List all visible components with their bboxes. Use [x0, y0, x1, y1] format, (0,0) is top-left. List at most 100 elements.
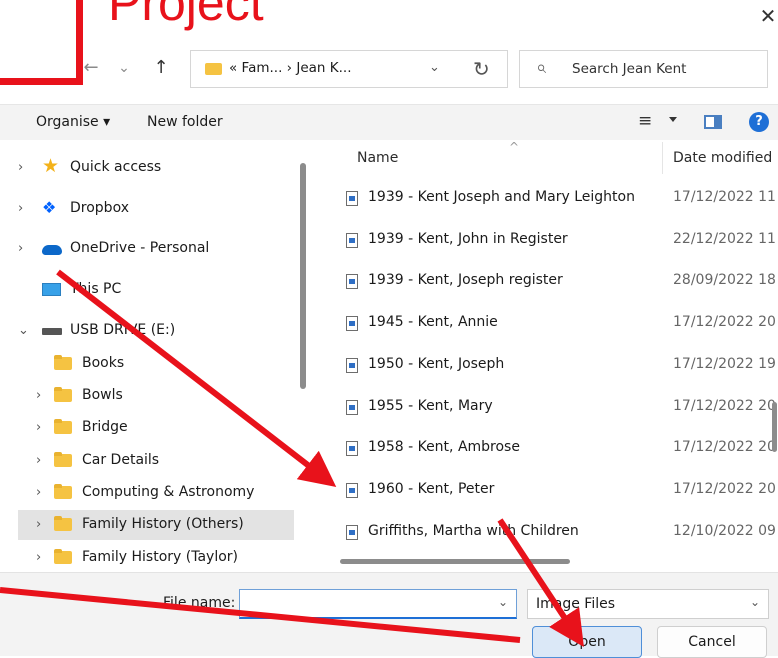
- annotation-title: Project: [108, 0, 264, 31]
- image-file-icon: [346, 482, 358, 498]
- chevron-right-icon[interactable]: ›: [18, 160, 23, 175]
- sidebar-item-books[interactable]: Books: [18, 349, 294, 379]
- sidebar-item-label: Family History (Others): [82, 516, 244, 532]
- computer-icon: [42, 283, 61, 296]
- file-row[interactable]: 1939 - Kent Joseph and Mary Leighton 17/1…: [316, 182, 778, 216]
- file-date: 17/12/2022 20: [673, 439, 776, 456]
- file-name: 1960 - Kent, Peter: [368, 480, 495, 497]
- file-date: 17/12/2022 19: [673, 355, 776, 372]
- dropbox-icon: ❖: [42, 198, 57, 217]
- cancel-button[interactable]: Cancel: [657, 626, 767, 658]
- image-file-icon: [346, 357, 358, 373]
- sort-ascending-icon: ^: [509, 140, 520, 154]
- file-name: 1939 - Kent, John in Register: [368, 230, 568, 247]
- column-date-modified[interactable]: Date modified: [673, 150, 772, 166]
- file-name: 1945 - Kent, Annie: [368, 314, 498, 331]
- file-name-field[interactable]: ⌄: [239, 589, 517, 619]
- sidebar-item-label: Family History (Taylor): [82, 549, 238, 565]
- chevron-right-icon[interactable]: ›: [18, 201, 23, 216]
- sidebar-item-usb-drive-e[interactable]: ⌄ USB DRIVE (E:): [18, 316, 294, 346]
- nav-scrollbar[interactable]: [300, 163, 306, 389]
- help-icon[interactable]: ?: [749, 112, 769, 132]
- chevron-down-icon[interactable]: ⌄: [18, 323, 29, 338]
- sidebar-item-family-history-taylor[interactable]: › Family History (Taylor): [18, 543, 294, 572]
- sidebar-item-label: Car Details: [82, 452, 160, 468]
- chevron-right-icon[interactable]: ›: [36, 420, 41, 435]
- sidebar-item-bridge[interactable]: › Bridge: [18, 413, 294, 443]
- sidebar-item-dropbox[interactable]: › ❖ Dropbox: [18, 194, 294, 224]
- breadcrumb[interactable]: « Fam... › Jean K...: [229, 60, 352, 76]
- search-box[interactable]: ⌕ Search Jean Kent: [519, 50, 768, 88]
- image-file-icon: [346, 524, 358, 540]
- annotation-box: [0, 0, 83, 85]
- address-bar[interactable]: « Fam... › Jean K... ⌄ ↻: [190, 50, 508, 88]
- file-row[interactable]: 1945 - Kent, Annie 17/12/2022 20: [316, 307, 778, 341]
- folder-icon: [54, 516, 72, 531]
- organise-button[interactable]: Organise ▾: [36, 114, 110, 130]
- chevron-right-icon[interactable]: ›: [36, 453, 41, 468]
- sidebar-item-family-history-others[interactable]: › Family History (Others): [18, 510, 294, 540]
- file-date: 17/12/2022 11: [673, 189, 776, 205]
- chevron-right-icon[interactable]: ›: [36, 550, 41, 565]
- chevron-right-icon[interactable]: ›: [36, 517, 41, 532]
- file-row[interactable]: 1939 - Kent, Joseph register 28/09/2022 1…: [316, 265, 778, 299]
- sidebar-item-label: Dropbox: [70, 200, 129, 216]
- sidebar-item-bowls[interactable]: › Bowls: [18, 381, 294, 411]
- sidebar-item-this-pc[interactable]: This PC: [18, 275, 294, 305]
- image-file-icon: [346, 399, 358, 415]
- file-row[interactable]: 1950 - Kent, Joseph 17/12/2022 19: [316, 349, 778, 383]
- chevron-down-icon[interactable]: ⌄: [498, 595, 508, 609]
- column-divider[interactable]: [662, 142, 663, 174]
- column-name[interactable]: Name: [357, 150, 398, 166]
- file-row[interactable]: 1939 - Kent, John in Register 22/12/2022 …: [316, 224, 778, 258]
- up-button[interactable]: ↑: [150, 55, 172, 81]
- file-type-select[interactable]: Image Files ⌄: [527, 589, 769, 619]
- refresh-icon[interactable]: ↻: [473, 57, 490, 81]
- sidebar-item-label: Quick access: [70, 159, 162, 175]
- file-row[interactable]: 1960 - Kent, Peter 17/12/2022 20: [316, 474, 778, 508]
- folder-icon: [54, 419, 72, 434]
- file-date: 17/12/2022 20: [673, 397, 776, 414]
- file-row[interactable]: 1958 - Kent, Ambrose 17/12/2022 20: [316, 432, 778, 466]
- horizontal-scrollbar[interactable]: [340, 559, 570, 564]
- sidebar-item-label: OneDrive - Personal: [70, 240, 210, 256]
- chevron-right-icon[interactable]: ›: [36, 388, 41, 403]
- file-date: 28/09/2022 18: [673, 272, 776, 289]
- file-date: 12/10/2022 09: [673, 522, 776, 539]
- close-icon[interactable]: ✕: [756, 2, 778, 30]
- chevron-right-icon[interactable]: ›: [18, 241, 23, 256]
- vertical-scrollbar[interactable]: [772, 402, 777, 452]
- file-row[interactable]: 1955 - Kent, Mary 17/12/2022 20: [316, 391, 778, 425]
- sidebar-item-car-details[interactable]: › Car Details: [18, 446, 294, 476]
- new-folder-button[interactable]: New folder: [147, 114, 223, 130]
- back-button[interactable]: ←: [80, 55, 102, 81]
- file-row[interactable]: Griffiths, Martha with Children 12/10/202…: [316, 516, 778, 550]
- file-date: 17/12/2022 20: [673, 314, 776, 331]
- sidebar-item-label: Computing & Astronomy: [82, 484, 255, 500]
- drive-icon: [42, 328, 62, 335]
- file-name: 1950 - Kent, Joseph: [368, 355, 505, 372]
- sidebar-item-quick-access[interactable]: › ★ Quick access: [18, 153, 294, 183]
- folder-icon: [54, 387, 72, 402]
- chevron-right-icon[interactable]: ›: [36, 485, 41, 500]
- star-icon: ★: [42, 155, 60, 177]
- sidebar-item-label: Bowls: [82, 387, 123, 403]
- recent-locations-button[interactable]: ⌄: [113, 55, 135, 81]
- sidebar-item-onedrive-personal[interactable]: › OneDrive - Personal: [18, 234, 294, 264]
- chevron-down-icon[interactable]: ⌄: [750, 595, 760, 609]
- folder-icon: [54, 549, 72, 564]
- sidebar-item-computing-astronomy[interactable]: › Computing & Astronomy: [18, 478, 294, 508]
- folder-icon: [205, 63, 222, 75]
- open-button[interactable]: Open: [532, 626, 642, 658]
- chevron-down-icon[interactable]: [669, 117, 677, 122]
- file-name-label: File name:: [163, 595, 236, 611]
- sidebar-item-label: USB DRIVE (E:): [70, 322, 176, 338]
- view-options-icon[interactable]: ≡: [638, 111, 652, 131]
- preview-pane-icon[interactable]: [704, 115, 722, 129]
- image-file-icon: [346, 191, 358, 206]
- search-input[interactable]: Search Jean Kent: [572, 61, 686, 77]
- chevron-down-icon[interactable]: ⌄: [429, 60, 440, 75]
- image-file-icon: [346, 441, 358, 457]
- file-name: Griffiths, Martha with Children: [368, 522, 579, 539]
- folder-icon: [54, 452, 72, 467]
